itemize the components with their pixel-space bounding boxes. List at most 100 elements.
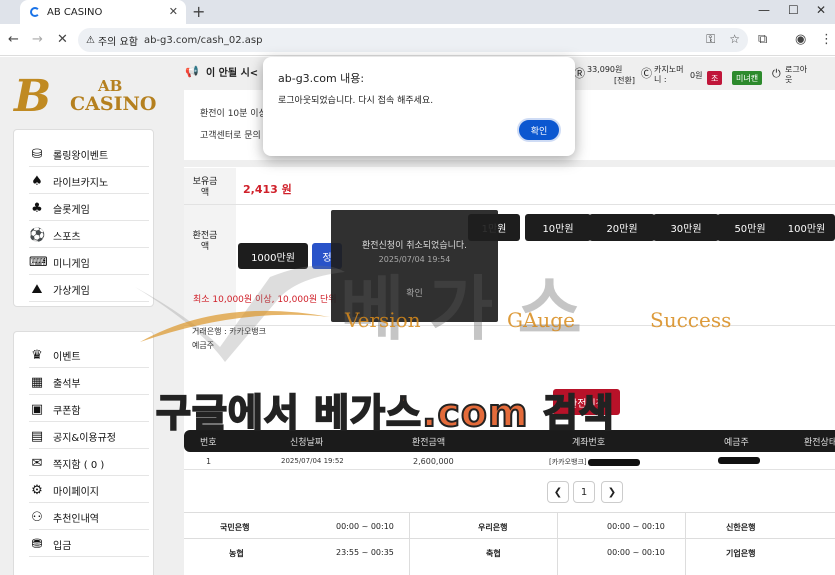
sidebar-item[interactable]: ♣ 슬롯게임 xyxy=(29,197,149,221)
warning-label: 주의 요함 xyxy=(97,36,138,48)
bank-name: 국민은행 xyxy=(220,523,250,532)
bank-time: 00:00 ~ 00:10 xyxy=(607,522,665,531)
alert-dialog: ab-g3.com 내용: 로그아웃되었습니다. 다시 접속 해주세요. 확인 xyxy=(263,57,575,156)
soccer-ball-icon: ⚽ xyxy=(29,228,46,243)
close-window-icon[interactable]: ✕ xyxy=(816,3,826,17)
bank-name: 기업은행 xyxy=(726,549,756,558)
sidebar-item[interactable]: ♠ 라이브카지노 xyxy=(29,170,149,194)
balance-icon: Ⓡ xyxy=(574,67,585,80)
th-holder: 예금주 xyxy=(724,438,749,448)
referral-icon: ⚇ xyxy=(31,510,43,525)
menu-dots-icon[interactable]: ⋮ xyxy=(820,32,833,47)
stop-icon[interactable]: ✕ xyxy=(57,32,68,47)
bank-time: 00:00 ~ 00:10 xyxy=(336,522,394,531)
row-amount: 2,600,000 xyxy=(413,457,454,466)
watermark-suffix: 검색 xyxy=(528,390,615,436)
notice-icon: ▤ xyxy=(30,429,44,444)
sidebar-item[interactable]: ⛃ 입금 xyxy=(29,533,149,557)
watermark-prefix: 구글에서 xyxy=(155,390,315,436)
logout-icon[interactable]: ⏻ xyxy=(772,68,781,79)
rolling-event-icon: ⛁ xyxy=(31,147,43,162)
prev-page-icon[interactable]: ❮ xyxy=(547,481,569,503)
row-account: [카카오뱅크] xyxy=(549,458,587,466)
event-icon: ♛ xyxy=(31,348,43,363)
mail-icon: ✉ xyxy=(31,456,43,471)
sidebar-item-label: 롤링왕이벤트 xyxy=(53,151,109,162)
balance-label: 보유금액 xyxy=(192,177,218,198)
loading-spinner-icon xyxy=(30,7,40,17)
new-tab-icon[interactable]: + xyxy=(192,2,205,21)
header-badge-1[interactable]: 조 xyxy=(707,71,723,85)
sidebar-item[interactable]: ▣ 쿠폰함 xyxy=(29,398,149,422)
sidebar-item[interactable]: ⚽ 스포츠 xyxy=(29,224,149,248)
watermark-word-3: Success xyxy=(650,308,732,332)
address-bar: ← → ✕ ⚠ 주의 요함 ab-g3.com/cash_02.asp ⚿ ☆ … xyxy=(0,24,835,56)
back-icon[interactable]: ← xyxy=(8,32,19,47)
site-logo[interactable]: B AB CASINO xyxy=(14,71,156,122)
next-page-icon[interactable]: ❯ xyxy=(601,481,623,503)
bank-time: 00:00 ~ 00:10 xyxy=(607,548,665,557)
url-text: ab-g3.com/cash_02.asp xyxy=(143,34,263,46)
watermark-word-2: GAuge xyxy=(507,308,575,332)
dialog-ok-button[interactable]: 확인 xyxy=(517,118,561,142)
bank-table-line xyxy=(184,538,835,539)
sidebar-item[interactable]: ✉ 쪽지함 ( 0 ) xyxy=(29,452,149,476)
redaction-bar xyxy=(588,459,640,466)
logout-link[interactable]: 로그아웃 xyxy=(785,65,809,85)
bank-table-line xyxy=(184,512,835,513)
sidebar-item-label: 이벤트 xyxy=(53,352,81,363)
sidebar-item-label: 추천인내역 xyxy=(53,514,99,525)
gamepad-icon: ⌨ xyxy=(29,255,48,270)
coupon-icon: ▣ xyxy=(30,402,44,417)
sidebar-item-label: 쪽지함 ( 0 ) xyxy=(53,460,105,471)
toast-message: 환전신청이 취소되었습니다. xyxy=(361,241,468,251)
header-notice: 이 안될 시< xyxy=(206,68,259,79)
header-badge-2[interactable]: 미녀캔 xyxy=(732,71,763,85)
bank-table-vline xyxy=(409,512,410,575)
security-warning-chip[interactable]: ⚠ 주의 요함 xyxy=(86,33,138,48)
watermark-accent: 베가스.com xyxy=(313,390,529,436)
sidebar-item-label: 라이브카지노 xyxy=(53,178,109,189)
amount-button-20[interactable]: 20만원 xyxy=(589,214,655,241)
forward-icon[interactable]: → xyxy=(32,32,43,47)
deposit-icon: ⛃ xyxy=(31,537,43,552)
watermark-korean: 베 가 스 xyxy=(340,268,582,350)
virtual-game-icon: ⛰ xyxy=(31,282,43,297)
amount-button-50[interactable]: 50만원 xyxy=(717,214,783,241)
notice-line-1: 환전이 10분 이상 xyxy=(200,109,267,119)
header-balance-sub[interactable]: [전환] xyxy=(614,76,635,86)
browser-tab[interactable]: AB CASINO ✕ xyxy=(20,0,186,24)
sidebar-item[interactable]: ▤ 공지&이용규정 xyxy=(29,425,149,449)
bank-name: 축협 xyxy=(486,549,501,558)
bank-table-vline xyxy=(557,512,558,575)
bookmark-star-icon[interactable]: ☆ xyxy=(729,32,740,47)
minimize-icon[interactable]: — xyxy=(758,3,770,17)
maximize-icon[interactable]: ☐ xyxy=(788,3,799,17)
sidebar-item-label: 스포츠 xyxy=(53,232,81,243)
amount-button-100[interactable]: 100만원 xyxy=(778,214,835,241)
casino-money-icon: Ⓒ xyxy=(641,67,652,80)
sidebar-item-label: 쿠폰함 xyxy=(53,406,81,417)
amount-button-10[interactable]: 10만원 xyxy=(525,214,591,241)
page-number[interactable]: 1 xyxy=(573,481,595,503)
extensions-icon[interactable]: ⧉ xyxy=(758,32,767,47)
amount-button-30[interactable]: 30만원 xyxy=(653,214,719,241)
sidebar-item[interactable]: ⛁ 롤링왕이벤트 xyxy=(29,143,149,167)
sidebar-item-label: 마이페이지 xyxy=(53,487,99,498)
sidebar-item[interactable]: ▦ 출석부 xyxy=(29,371,149,395)
spade-icon: ♠ xyxy=(31,174,43,189)
sidebar-item[interactable]: ⚙ 마이페이지 xyxy=(29,479,149,503)
th-status: 환전상태 xyxy=(804,438,835,448)
bank-name: 우리은행 xyxy=(478,523,508,532)
tab-close-icon[interactable]: ✕ xyxy=(169,5,178,18)
bank-table-vline xyxy=(685,512,686,575)
sidebar-item[interactable]: ⚇ 추천인내역 xyxy=(29,506,149,530)
casino-money-label: 카지노머니 : xyxy=(654,65,684,84)
sidebar-item-label: 가상게임 xyxy=(53,286,90,297)
key-icon[interactable]: ⚿ xyxy=(706,32,715,47)
profile-icon[interactable]: ◉ xyxy=(795,32,806,47)
bank-name: 농협 xyxy=(229,549,244,558)
bank-time: 23:55 ~ 00:35 xyxy=(336,548,394,557)
url-field[interactable]: ⚠ 주의 요함 ab-g3.com/cash_02.asp ⚿ ☆ xyxy=(78,28,748,52)
casino-money-value: 0원 xyxy=(690,71,703,80)
